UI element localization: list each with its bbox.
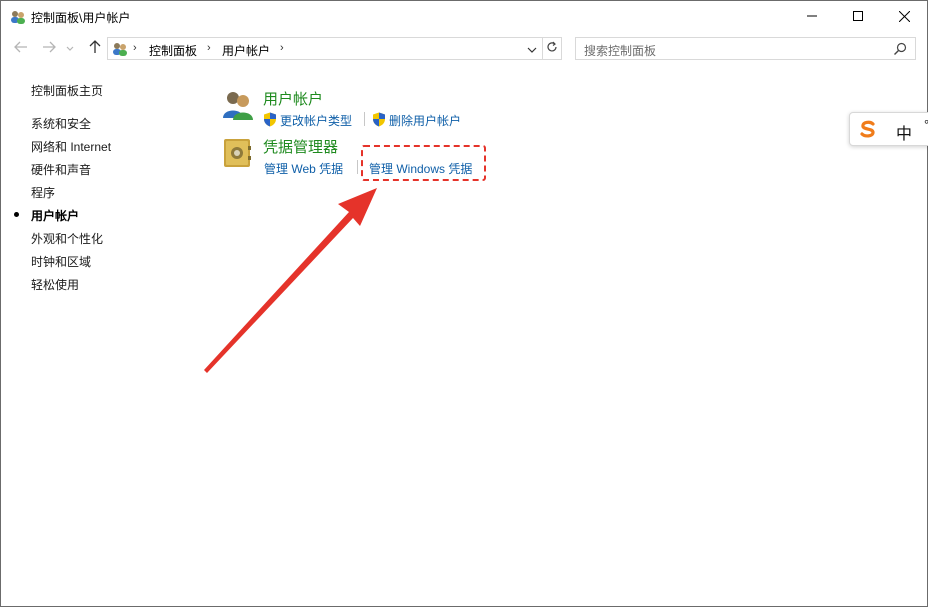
- sidebar-item-ease-of-access[interactable]: 轻松使用: [31, 276, 79, 293]
- ime-mode-indicator[interactable]: 中: [896, 120, 912, 144]
- refresh-icon: [546, 41, 558, 56]
- ime-punctuation-indicator[interactable]: °: [924, 117, 928, 132]
- back-button[interactable]: [12, 39, 30, 57]
- category-title-credential-manager[interactable]: 凭据管理器: [263, 136, 338, 157]
- delete-user-account-link[interactable]: 删除用户帐户: [389, 112, 461, 129]
- search-icon[interactable]: [893, 42, 907, 56]
- back-arrow-icon: [14, 41, 28, 56]
- refresh-button[interactable]: [542, 37, 562, 60]
- uac-shield-icon: [263, 112, 277, 127]
- search-input[interactable]: 搜索控制面板: [584, 42, 656, 59]
- breadcrumb-separator[interactable]: ›: [207, 42, 211, 54]
- link-separator: [364, 112, 365, 126]
- sidebar-item-network-internet[interactable]: 网络和 Internet: [31, 138, 111, 155]
- close-icon: [898, 10, 910, 22]
- ime-toolbar[interactable]: 中 °: [849, 112, 928, 146]
- breadcrumb-control-panel[interactable]: 控制面板: [149, 42, 197, 59]
- sogou-s-icon[interactable]: [858, 119, 878, 139]
- user-accounts-icon: [221, 88, 255, 122]
- manage-web-credentials-link[interactable]: 管理 Web 凭据: [264, 160, 343, 177]
- control-panel-window: 控制面板\用户帐户 › 控制面板 › 用户帐户 › 搜索控制面板 控制面板主页 …: [0, 0, 928, 607]
- sidebar-item-clock-region[interactable]: 时钟和区域: [31, 253, 91, 270]
- sidebar-item-appearance[interactable]: 外观和个性化: [31, 230, 103, 247]
- sidebar-item-user-accounts[interactable]: 用户帐户: [31, 207, 79, 224]
- sidebar-item-hardware-sound[interactable]: 硬件和声音: [31, 161, 91, 178]
- address-dropdown-button[interactable]: [525, 42, 539, 56]
- forward-arrow-icon: [42, 41, 56, 56]
- minimize-icon: [807, 11, 817, 21]
- minimize-button[interactable]: [789, 1, 835, 31]
- user-accounts-icon: [10, 9, 26, 25]
- forward-button[interactable]: [40, 39, 58, 57]
- user-accounts-icon: [112, 41, 128, 57]
- navigation-bar: › 控制面板 › 用户帐户 › 搜索控制面板: [1, 32, 927, 64]
- title-bar[interactable]: 控制面板\用户帐户: [1, 1, 927, 32]
- search-box[interactable]: 搜索控制面板: [575, 37, 916, 60]
- recent-locations-button[interactable]: [64, 39, 76, 57]
- window-title: 控制面板\用户帐户: [31, 11, 131, 25]
- current-item-bullet: [14, 212, 19, 217]
- up-button[interactable]: [86, 39, 104, 57]
- change-account-type-link[interactable]: 更改帐户类型: [280, 112, 352, 129]
- up-arrow-icon: [89, 39, 101, 57]
- breadcrumb-user-accounts[interactable]: 用户帐户: [222, 42, 270, 59]
- category-title-user-accounts[interactable]: 用户帐户: [263, 88, 323, 109]
- maximize-button[interactable]: [835, 1, 881, 31]
- maximize-icon: [853, 11, 863, 21]
- chevron-down-icon: [66, 41, 74, 55]
- credential-vault-icon: [221, 136, 255, 170]
- link-separator: [357, 160, 358, 174]
- close-button[interactable]: [881, 1, 927, 31]
- annotation-highlight-box: [361, 145, 486, 181]
- sidebar-item-programs[interactable]: 程序: [31, 184, 55, 201]
- address-bar[interactable]: › 控制面板 › 用户帐户 ›: [107, 37, 543, 60]
- breadcrumb-separator[interactable]: ›: [133, 42, 137, 54]
- uac-shield-icon: [372, 112, 386, 127]
- sidebar-home-link[interactable]: 控制面板主页: [31, 82, 103, 99]
- sidebar-item-system-security[interactable]: 系统和安全: [31, 115, 91, 132]
- breadcrumb-separator[interactable]: ›: [280, 42, 284, 54]
- chevron-down-icon: [527, 42, 537, 56]
